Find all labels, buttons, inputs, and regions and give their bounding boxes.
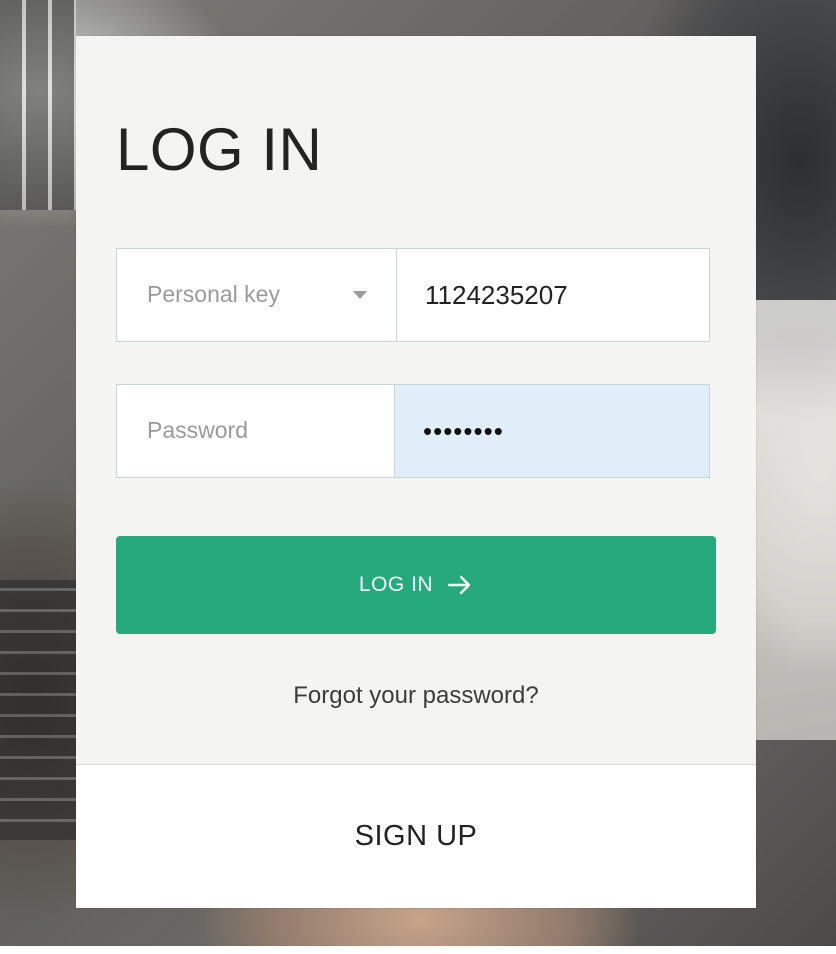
page-title: LOG IN [116, 116, 323, 183]
password-label: Password [147, 417, 248, 443]
signup-button[interactable]: SIGN UP [76, 764, 756, 908]
password-label-cell: Password [117, 385, 395, 477]
forgot-password-link[interactable]: Forgot your password? [76, 682, 756, 710]
id-type-select[interactable]: Personal key [117, 249, 397, 341]
password-input[interactable] [395, 385, 709, 477]
login-card: LOG IN Personal key Password LOG IN Forg… [76, 36, 756, 908]
bottom-strip [0, 946, 836, 954]
background-laptop [0, 580, 76, 840]
signup-label: SIGN UP [354, 820, 478, 852]
login-button-label: LOG IN [358, 573, 434, 596]
identifier-row: Personal key [116, 248, 710, 342]
id-type-selected-value: Personal key [147, 281, 280, 307]
arrow-right-icon [447, 575, 471, 595]
password-row: Password [116, 384, 710, 478]
background-keyboard [0, 0, 76, 210]
background-notebook [756, 300, 836, 740]
login-button[interactable]: LOG IN [116, 536, 716, 634]
id-value-input[interactable] [397, 249, 709, 341]
caret-down-icon [353, 291, 367, 299]
